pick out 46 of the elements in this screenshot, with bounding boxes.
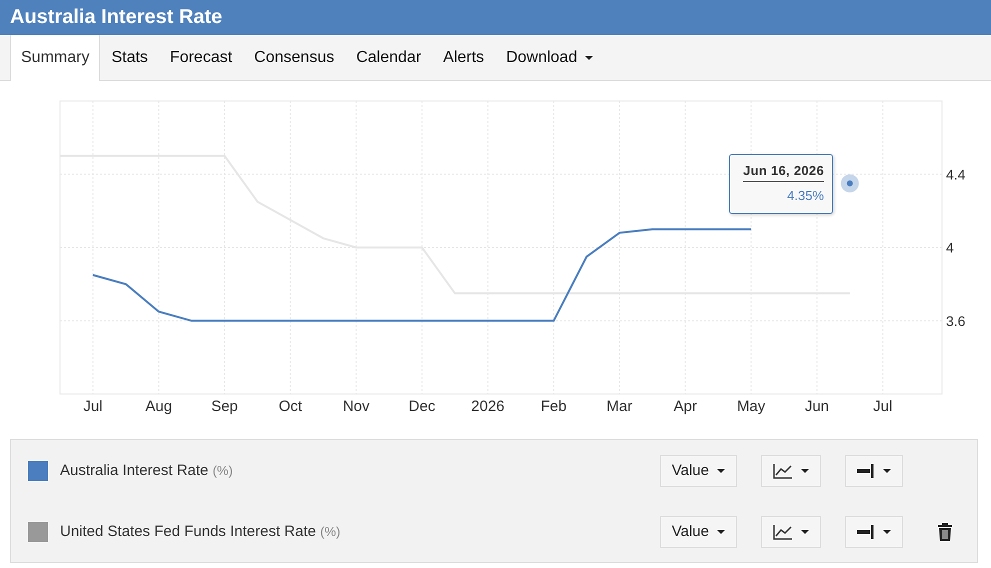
- value-dropdown[interactable]: Value: [660, 454, 737, 486]
- x-axis-label: Feb: [540, 398, 567, 415]
- axis-dropdown[interactable]: [845, 516, 903, 548]
- x-axis-label: Mar: [606, 398, 632, 415]
- x-axis-label: Sep: [211, 398, 238, 415]
- x-axis-label: Jul: [83, 398, 102, 415]
- chart-type-dropdown[interactable]: [761, 454, 821, 486]
- y-axis-label: 4.4: [946, 166, 966, 182]
- x-axis-label: 2026: [471, 398, 505, 415]
- tab[interactable]: Alerts: [432, 35, 496, 81]
- x-axis-label: Apr: [674, 398, 697, 415]
- hover-marker: [840, 174, 859, 192]
- caret-icon: [801, 468, 809, 472]
- line-chart-icon: [773, 462, 793, 478]
- x-axis-label: Oct: [278, 398, 302, 415]
- tab[interactable]: Stats: [100, 35, 159, 81]
- x-axis-label: Nov: [342, 398, 370, 415]
- y-axis-label: 3.6: [946, 312, 966, 329]
- caret-icon: [883, 530, 891, 534]
- caret-icon: [717, 468, 725, 472]
- trash-icon[interactable]: [937, 522, 953, 542]
- x-axis-label: Jul: [873, 398, 892, 415]
- tooltip-value: 4.35%: [787, 188, 824, 203]
- caret-icon: [883, 468, 891, 472]
- tab[interactable]: Download: [495, 35, 604, 81]
- chart-type-dropdown[interactable]: [761, 516, 821, 548]
- x-axis-label: Jun: [804, 398, 830, 415]
- value-dropdown[interactable]: Value: [660, 516, 737, 548]
- caret-icon: [717, 530, 725, 534]
- caret-icon: [801, 530, 809, 534]
- tab[interactable]: Forecast: [158, 35, 244, 81]
- axis-dropdown[interactable]: [845, 454, 903, 486]
- y-axis-label: 4: [946, 240, 954, 256]
- series-name: United States Fed Funds Interest Rate (%): [60, 523, 342, 540]
- series-name: Australia Interest Rate (%): [60, 462, 234, 479]
- tab[interactable]: Summary: [10, 35, 100, 81]
- page-title: Australia Interest Rate: [0, 0, 991, 35]
- x-axis-label: May: [736, 398, 766, 415]
- tooltip-date: Jun 16, 2026: [743, 163, 824, 182]
- axis-icon: [857, 524, 875, 538]
- tab[interactable]: Calendar: [345, 35, 432, 81]
- x-axis-label: Aug: [145, 398, 172, 415]
- axis-icon: [857, 464, 875, 478]
- tab[interactable]: Consensus: [243, 35, 346, 81]
- x-axis-label: Dec: [408, 398, 436, 415]
- line-chart-icon: [773, 524, 793, 540]
